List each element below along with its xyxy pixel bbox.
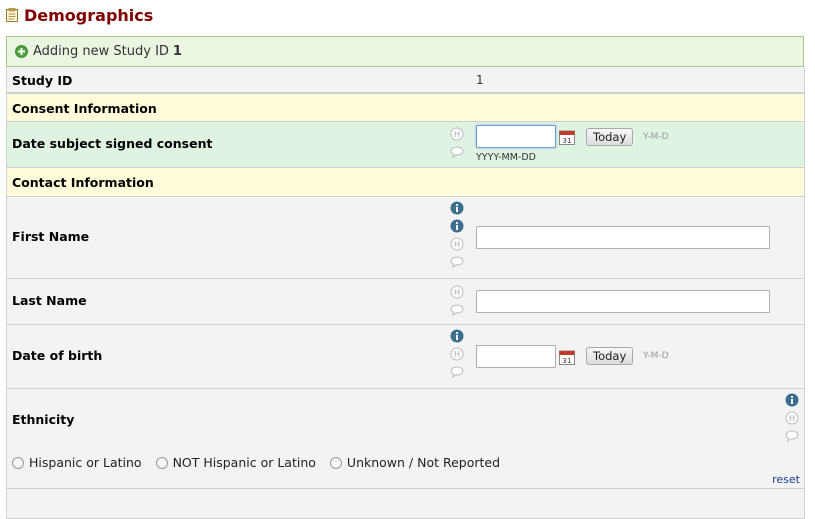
study-id-label: Study ID [12,73,73,88]
calendar-icon[interactable]: 31 [559,349,575,365]
ethnicity-option-not-hispanic[interactable]: NOT Hispanic or Latino [155,455,316,470]
contact-section-header: Contact Information [12,175,154,190]
ethnicity-reset-link[interactable]: reset [772,473,800,486]
comment-icon[interactable] [785,429,799,443]
svg-text:H: H [789,414,795,423]
history-icon[interactable]: H [450,347,464,361]
first-name-input[interactable] [476,226,770,249]
record-id: 1 [172,44,182,59]
study-id-value: 1 [476,73,484,87]
consent-date-input[interactable] [476,125,556,148]
ethnicity-label: Ethnicity [12,412,75,427]
consent-section-header: Consent Information [12,101,157,116]
ethnicity-option-hispanic[interactable]: Hispanic or Latino [12,455,142,470]
form-title-bar: Demographics [6,4,153,26]
info-icon[interactable] [450,219,464,233]
comment-icon[interactable] [450,255,464,269]
last-name-input[interactable] [476,290,770,313]
section-consent: Consent Information [6,93,805,122]
radio-button[interactable] [329,456,342,469]
status-text: Adding new Study ID [33,44,169,59]
section-contact: Contact Information [6,168,805,197]
data-entry-form: Study ID 1 Consent Information Date subj… [6,67,805,519]
ethnicity-option-unknown[interactable]: Unknown / Not Reported [329,455,501,470]
row-ethnicity: Ethnicity H Hispanic or Latino NOT Hispa… [6,389,805,489]
comment-icon[interactable] [450,365,464,379]
consent-date-actions: H [450,127,464,163]
history-icon[interactable]: H [450,285,464,299]
first-name-actions: H [450,201,464,273]
row-first-name: First Name H [6,197,805,279]
svg-text:H: H [454,130,460,139]
dob-label: Date of birth [12,348,103,363]
ethnicity-options: Hispanic or Latino NOT Hispanic or Latin… [12,455,514,470]
calendar-icon[interactable]: 31 [559,129,575,145]
row-next-partial [6,489,805,519]
consent-format-under: YYYY-MM-DD [476,152,536,163]
consent-format-hint: Y-M-D [643,132,669,142]
row-last-name: Last Name H [6,279,805,325]
option-label: Hispanic or Latino [29,455,142,470]
ethnicity-actions: H [785,393,799,447]
history-icon[interactable]: H [450,127,464,141]
dob-format-hint: Y-M-D [643,351,669,361]
dob-actions: H [450,329,464,383]
last-name-actions: H [450,285,464,321]
comment-icon[interactable] [450,145,464,159]
info-icon[interactable] [450,329,464,343]
page-title: Demographics [24,5,154,25]
svg-text:H: H [454,240,460,249]
history-icon[interactable]: H [450,237,464,251]
option-label: Unknown / Not Reported [346,455,501,470]
svg-text:H: H [454,350,460,359]
row-study-id: Study ID 1 [6,67,805,93]
last-name-label: Last Name [12,293,87,308]
info-icon[interactable] [785,393,799,407]
option-label: NOT Hispanic or Latino [172,455,316,470]
consent-today-button[interactable]: Today [586,128,634,146]
history-icon[interactable]: H [785,411,799,425]
dob-today-button[interactable]: Today [586,347,634,365]
row-dob: Date of birth H 31 Today Y-M-D [6,325,805,389]
dob-input[interactable] [476,345,556,368]
row-consent-date: Date subject signed consent H 31 Today Y… [6,122,805,168]
info-icon[interactable] [450,201,464,215]
first-name-label: First Name [12,229,90,244]
radio-button[interactable] [155,456,168,469]
svg-text:H: H [454,288,460,297]
svg-text:31: 31 [563,137,572,145]
svg-text:31: 31 [563,357,572,365]
adding-record-banner: Adding new Study ID 1 [6,36,804,67]
add-icon [15,45,28,58]
form-icon [6,8,18,22]
consent-date-label: Date subject signed consent [12,136,213,151]
radio-button[interactable] [12,456,24,469]
comment-icon[interactable] [450,303,464,317]
